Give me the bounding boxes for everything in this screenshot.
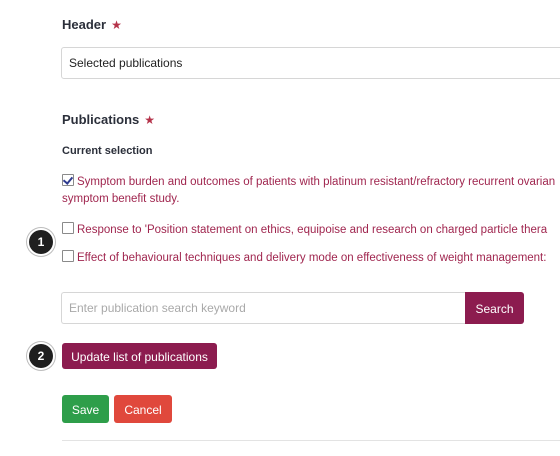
publication-title[interactable]: Symptom burden and outcomes of patients …: [77, 176, 555, 188]
update-publications-button[interactable]: Update list of publications: [62, 343, 217, 369]
header-label: Header: [62, 17, 107, 32]
publication-item[interactable]: Effect of behavioural techniques and del…: [62, 250, 546, 264]
publication-item[interactable]: Response to 'Position statement on ethic…: [62, 222, 547, 236]
callout-badge-2: 2: [29, 344, 53, 368]
publication-checkbox[interactable]: [62, 250, 74, 262]
publication-title[interactable]: Effect of behavioural techniques and del…: [77, 252, 546, 264]
publication-checkbox[interactable]: [62, 174, 74, 186]
publication-form: Header★ Publications★ Current selection …: [0, 0, 560, 456]
publication-checkbox[interactable]: [62, 222, 74, 234]
publication-item[interactable]: Symptom burden and outcomes of patients …: [62, 174, 555, 188]
publication-search-input[interactable]: [61, 292, 465, 324]
publication-title-continuation[interactable]: symptom benefit study.: [62, 193, 179, 205]
publications-label: Publications: [62, 112, 140, 127]
header-label-row: Header ★: [62, 17, 122, 32]
cancel-button[interactable]: Cancel: [114, 395, 172, 423]
header-input[interactable]: [61, 47, 560, 79]
callout-badge-1: 1: [29, 230, 53, 254]
save-button[interactable]: Save: [62, 395, 109, 423]
required-star-icon: ★: [144, 113, 156, 127]
divider: [62, 440, 560, 441]
current-selection-label: Current selection: [62, 145, 153, 157]
search-button[interactable]: Search: [465, 292, 524, 324]
publication-title[interactable]: Response to 'Position statement on ethic…: [77, 224, 547, 236]
required-star-icon: ★: [111, 18, 122, 32]
publications-label-row: Publications ★: [62, 112, 155, 127]
